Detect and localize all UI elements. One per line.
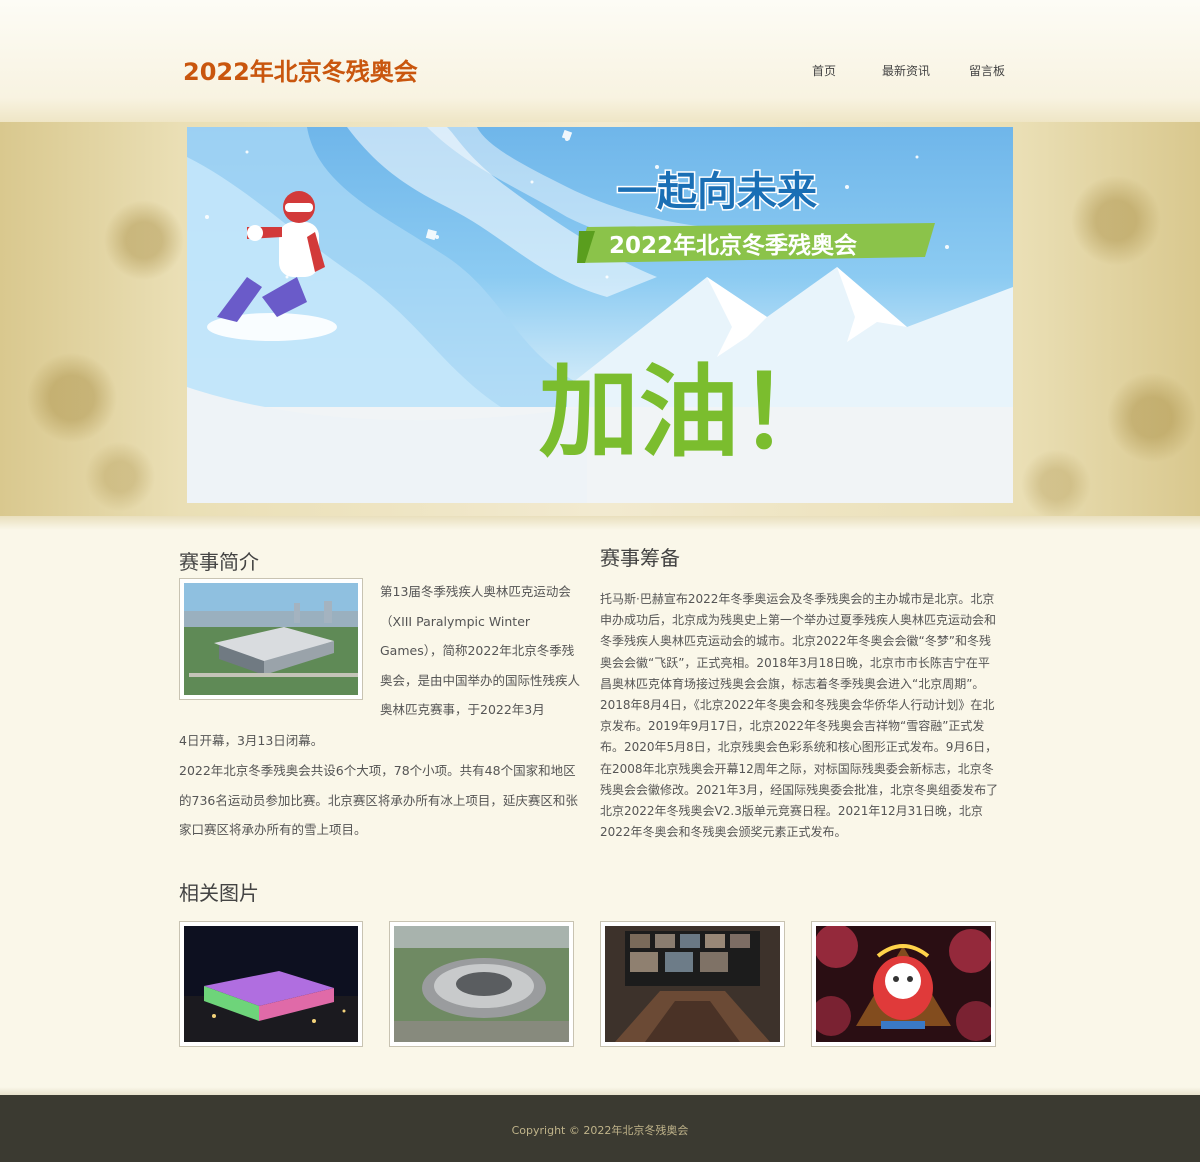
intro-paragraph-rest: 4日开幕，3月13日闭幕。 bbox=[179, 733, 324, 748]
birds-nest-stadium-photo bbox=[394, 926, 569, 1042]
nav-guestbook[interactable]: 留言板 bbox=[969, 62, 1005, 79]
footer-shadow bbox=[0, 1087, 1200, 1095]
intro-title: 赛事简介 bbox=[179, 550, 259, 574]
banner-ribbon-text: 2022年北京冬季残奥会 bbox=[609, 232, 857, 259]
copyright-text: Copyright © 2022年北京冬残奥会 bbox=[511, 1124, 689, 1137]
banner-cheer: 加油！ bbox=[539, 354, 839, 471]
hero-banner: 一起向未来 2022年北京冬季残奥会 加油！ bbox=[187, 127, 1013, 503]
intro-paragraph-2: 2022年北京冬季残奥会共设6个大项，78个小项。共有48个国家和地区的736名… bbox=[179, 763, 578, 837]
gallery-image-2[interactable] bbox=[389, 921, 574, 1047]
stadium-aerial-photo bbox=[184, 583, 359, 695]
gallery-image-1[interactable] bbox=[179, 921, 363, 1047]
video-conference-photo bbox=[605, 926, 780, 1042]
gallery-image-3[interactable] bbox=[600, 921, 785, 1047]
mascot-shuey-rhon-rhon-photo bbox=[811, 924, 996, 1042]
prep-paragraph: 托马斯·巴赫宣布2022年冬季奥运会及冬季残奥会的主办城市是北京。北京申办成功后… bbox=[600, 592, 999, 840]
intro-paragraph-top: 第13届冬季残疾人奥林匹克运动会（XIII Paralympic Winter … bbox=[380, 584, 581, 717]
header: 2022年北京冬残奥会 首页 最新资讯 留言板 bbox=[0, 0, 1200, 122]
water-cube-night-photo bbox=[184, 926, 358, 1042]
banner-slogan: 一起向未来 bbox=[617, 169, 817, 215]
banner-illustration: 一起向未来 2022年北京冬季残奥会 加油！ bbox=[187, 127, 1013, 503]
prep-title: 赛事筹备 bbox=[600, 546, 680, 570]
nav-home[interactable]: 首页 bbox=[812, 62, 836, 79]
banner-shadow bbox=[0, 516, 1200, 530]
site-logo[interactable]: 2022年北京冬残奥会 bbox=[183, 52, 418, 87]
nav-news[interactable]: 最新资讯 bbox=[882, 62, 930, 79]
intro-image bbox=[179, 578, 363, 700]
gallery-image-4[interactable] bbox=[811, 921, 996, 1047]
gallery-title: 相关图片 bbox=[179, 881, 259, 905]
